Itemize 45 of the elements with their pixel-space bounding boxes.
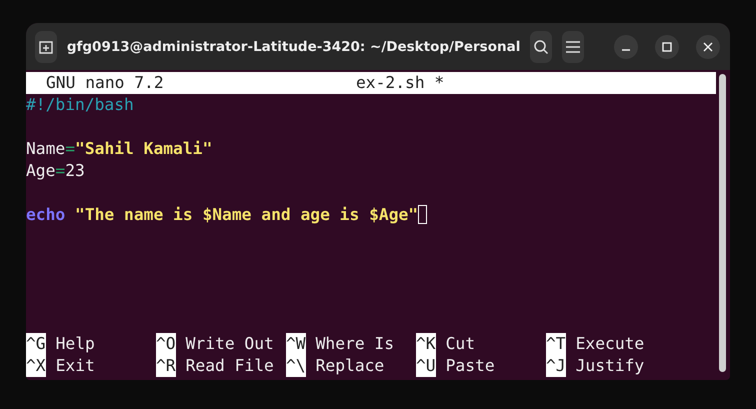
shortcut-label: Cut — [446, 333, 476, 355]
keyword-text: echo — [26, 205, 66, 224]
operator-text: = — [65, 139, 76, 158]
shortcut-key: ^T — [546, 333, 566, 355]
minimize-icon — [621, 48, 632, 50]
scrollbar[interactable] — [719, 74, 726, 372]
shortcut-key: ^O — [156, 333, 176, 355]
code-text: Name — [26, 139, 66, 158]
shortcut-label: Exit — [56, 355, 95, 377]
shebang-text: #!/bin/bash — [26, 95, 134, 114]
shortcut-label: Help — [56, 333, 95, 355]
new-tab-button[interactable] — [35, 30, 57, 62]
string-text: "Sahil Kamali" — [75, 139, 212, 158]
file-name: ex-2.sh * — [356, 72, 444, 94]
shortcut-key: ^J — [546, 355, 566, 377]
code-text: Age — [26, 161, 56, 180]
shortcut-label: Write Out — [186, 333, 274, 355]
shortcut-key: ^W — [286, 333, 306, 355]
shortcut-key: ^X — [26, 355, 46, 377]
new-tab-icon — [38, 38, 54, 54]
menu-icon — [566, 40, 580, 52]
search-icon — [533, 38, 550, 54]
code-text: 23 — [65, 161, 85, 180]
shortcut-label: Paste — [446, 355, 495, 377]
shortcut-label: Replace — [316, 355, 384, 377]
shortcut-label: Where Is — [316, 333, 394, 355]
search-button[interactable] — [530, 30, 552, 62]
close-icon — [703, 42, 714, 52]
maximize-button[interactable] — [655, 34, 680, 58]
shortcut-label: Read File — [186, 355, 274, 377]
menu-button[interactable] — [562, 30, 584, 62]
shortcut-key: ^U — [416, 355, 436, 377]
shortcut-key: ^G — [26, 333, 46, 355]
window-title: gfg0913@administrator-Latitude-3420: ~/Desktop/Personal — [66, 38, 520, 54]
minimize-button[interactable] — [614, 34, 638, 58]
shortcut-key: ^\ — [286, 355, 306, 377]
nano-version: GNU nano 7.2 — [45, 72, 165, 94]
shortcut-label: Justify — [576, 355, 644, 377]
shortcut-key: ^K — [416, 333, 436, 355]
string-text: "The name is $Name and age is $Age" — [74, 205, 418, 224]
shortcut-label: Execute — [576, 333, 644, 355]
close-button[interactable] — [696, 34, 720, 58]
shortcut-key: ^R — [156, 355, 176, 377]
maximize-icon — [662, 42, 672, 52]
operator-text: = — [55, 161, 66, 180]
